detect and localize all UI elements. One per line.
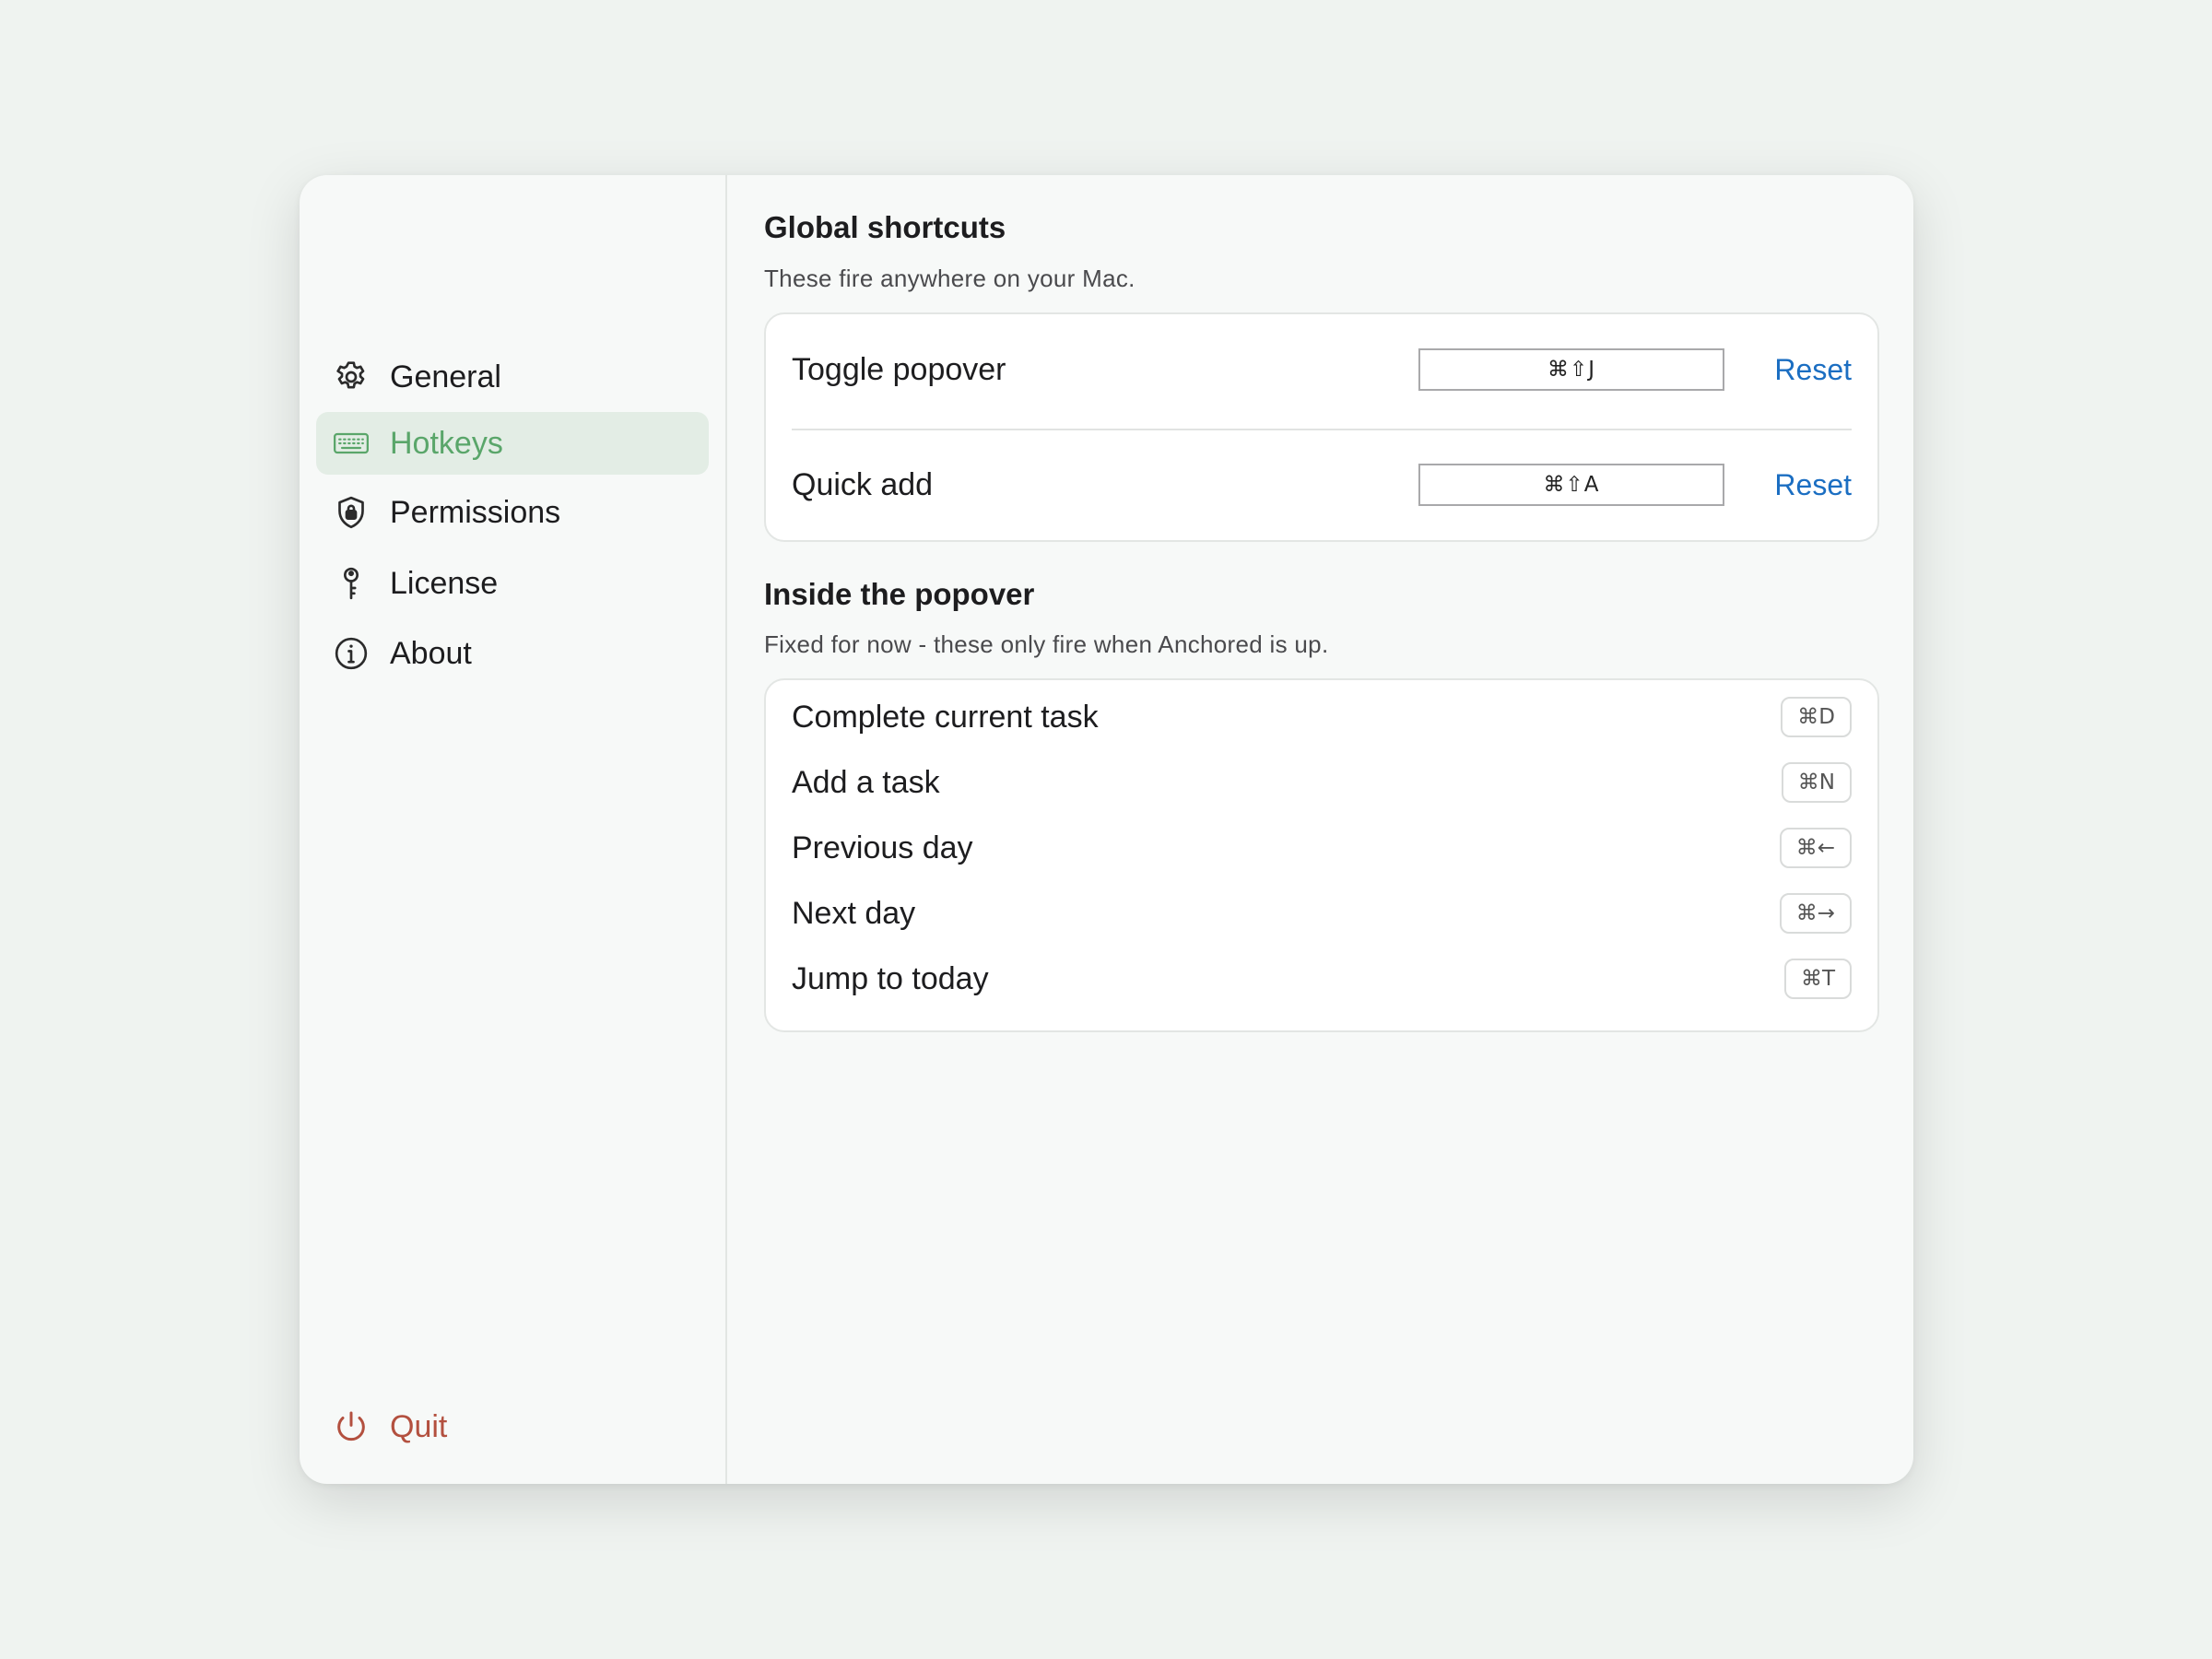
global-shortcuts-card: Toggle popover ⌘⇧J Reset Quick add ⌘⇧A Reset [764,312,1879,542]
key-combo-badge: ⌘→ [1779,893,1852,934]
shortcut-row-label: Toggle popover [792,351,1006,387]
section-subtitle-popover: Fixed for now - these only fire when Anc… [764,630,1329,658]
main-content: Global shortcuts These fire anywhere on y… [729,175,1913,1484]
sidebar-item-label: General [390,359,501,394]
section-subtitle-global: These fire anywhere on your Mac. [764,265,1135,292]
sidebar-item-permissions[interactable]: Permissions [316,481,709,544]
sidebar: General Hotkeys Permissions License About Qui… [300,175,727,1484]
shortcut-row: Toggle popover ⌘⇧J Reset [792,338,1852,401]
sidebar-item-label: License [390,565,499,601]
key-icon [333,565,370,602]
quit-button[interactable]: Quit [316,1395,709,1458]
popover-shortcut-row: Previous day ⌘← [792,820,1852,876]
sidebar-item-general[interactable]: General [316,346,709,408]
section-title-popover: Inside the popover [764,577,1035,611]
popover-shortcut-label: Next day [792,895,916,931]
info-icon [333,635,370,672]
shortcut-recorder-field[interactable]: ⌘⇧A [1418,464,1724,506]
popover-shortcut-row: Next day ⌘→ [792,886,1852,941]
popover-shortcut-row: Jump to today ⌘T [792,951,1852,1006]
keyboard-icon [333,425,370,462]
settings-window: General Hotkeys Permissions License About Qui… [300,175,1913,1484]
power-icon [333,1408,370,1445]
sidebar-item-label: Permissions [390,494,561,530]
key-combo-badge: ⌘D [1781,697,1852,737]
quit-label: Quit [390,1408,448,1444]
row-divider [792,429,1852,430]
popover-shortcut-label: Previous day [792,830,973,865]
sidebar-item-label: About [390,635,472,671]
popover-shortcuts-card: Complete current task ⌘D Add a task ⌘N Previ… [764,678,1879,1032]
shortcut-row-label: Quick add [792,466,934,502]
popover-shortcut-row: Add a task ⌘N [792,755,1852,810]
popover-shortcut-label: Add a task [792,764,940,800]
sidebar-item-hotkeys[interactable]: Hotkeys [316,412,709,475]
sidebar-item-about[interactable]: About [316,622,709,685]
reset-button[interactable]: Reset [1774,353,1852,387]
key-combo-badge: ⌘← [1779,828,1852,868]
shield-lock-icon [333,494,370,531]
section-title-global: Global shortcuts [764,210,1006,244]
popover-shortcut-label: Complete current task [792,699,1099,735]
gear-icon [333,359,370,395]
reset-button[interactable]: Reset [1774,468,1852,502]
key-combo-badge: ⌘N [1781,762,1852,803]
sidebar-item-label: Hotkeys [390,425,503,461]
key-combo-badge: ⌘T [1783,959,1852,999]
popover-shortcut-label: Jump to today [792,960,989,996]
shortcut-recorder-field[interactable]: ⌘⇧J [1418,348,1724,391]
shortcut-row: Quick add ⌘⇧A Reset [792,453,1852,516]
sidebar-item-license[interactable]: License [316,552,709,615]
popover-shortcut-row: Complete current task ⌘D [792,689,1852,745]
